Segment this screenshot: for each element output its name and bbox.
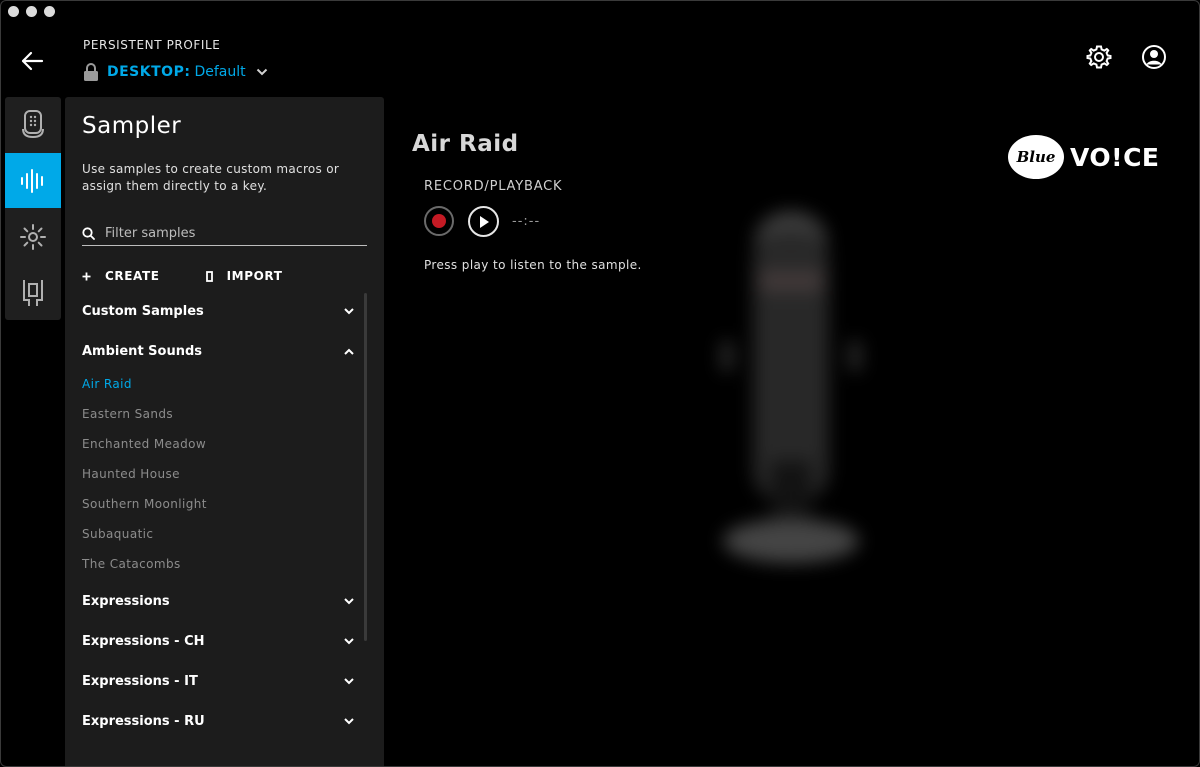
rail-item-sampler[interactable] [5,153,61,208]
brightness-icon [20,223,46,250]
window-maximize-button[interactable] [44,6,55,17]
waveform-icon [21,168,43,193]
sampler-actions: CREATE IMPORT [82,269,282,283]
lock-icon [84,63,98,81]
sampler-panel: Sampler Use samples to create custom mac… [65,97,384,766]
category-label: Custom Samples [82,303,204,319]
import-icon [205,270,213,282]
filter-samples-input[interactable] [105,225,355,241]
profile-label: PERSISTENT PROFILE [83,38,221,52]
connector-icon [23,279,43,306]
record-button[interactable] [424,206,454,236]
gear-icon [1086,45,1112,69]
chevron-down-icon [256,68,267,76]
plus-icon [82,272,91,280]
microphone-icon [22,109,44,138]
blue-logo-mark: Blue [1008,135,1064,179]
rail-item-lighting[interactable] [5,209,61,264]
category-ambient-sounds[interactable]: Ambient Sounds [82,337,354,365]
create-button[interactable]: CREATE [82,269,160,283]
arrow-left-icon [21,51,44,71]
category-custom-samples[interactable]: Custom Samples [82,297,354,325]
chevron-down-icon [344,717,354,724]
blue-voice-logo: Blue VO!CE [1008,135,1160,179]
sample-title: Air Raid [412,131,519,157]
category-expressions-ru[interactable]: Expressions - RU [82,707,354,735]
create-label: CREATE [105,269,160,283]
profile-dropdown[interactable]: DESKTOP: Default [83,61,268,83]
category-label: Expressions - RU [82,713,205,729]
profile-device: DESKTOP: [107,64,191,80]
sample-item-haunted-house[interactable]: Haunted House [82,467,180,481]
sample-item-air-raid[interactable]: Air Raid [82,377,132,391]
window-minimize-button[interactable] [26,6,37,17]
rail-item-assignments[interactable] [5,265,61,320]
nav-rail [5,97,61,320]
sample-item-eastern-sands[interactable]: Eastern Sands [82,407,173,421]
import-button[interactable]: IMPORT [205,269,283,283]
chevron-down-icon [344,307,354,314]
voice-logo-word: VO!CE [1070,142,1160,172]
window-controls [8,6,55,17]
chevron-up-icon [344,348,354,355]
category-label: Ambient Sounds [82,343,203,359]
playback-time: --:-- [512,214,541,229]
category-expressions[interactable]: Expressions [82,587,354,615]
filter-box [82,221,367,246]
record-playback-label: RECORD/PLAYBACK [424,179,563,194]
chevron-down-icon [344,597,354,604]
chevron-down-icon [344,677,354,684]
category-label: Expressions - IT [82,673,198,689]
panel-title: Sampler [82,113,182,139]
rail-item-microphone[interactable] [5,97,61,152]
category-label: Expressions - CH [82,633,205,649]
category-expressions-ch[interactable]: Expressions - CH [82,627,354,655]
sample-item-enchanted-meadow[interactable]: Enchanted Meadow [82,437,206,451]
play-button[interactable] [468,206,499,237]
user-icon [1142,45,1166,69]
microphone-background-image [721,211,861,563]
record-icon [432,214,446,228]
chevron-down-icon [344,637,354,644]
play-icon [479,215,489,228]
category-label: Expressions [82,593,170,609]
import-label: IMPORT [226,269,283,283]
sample-item-the-catacombs[interactable]: The Catacombs [82,557,181,571]
list-scrollbar[interactable] [364,293,367,641]
category-expressions-it[interactable]: Expressions - IT [82,667,354,695]
panel-description: Use samples to create custom macros or a… [82,162,340,193]
playback-hint: Press play to listen to the sample. [424,258,642,272]
search-icon [82,226,95,240]
sample-item-subaquatic[interactable]: Subaquatic [82,527,153,541]
window-close-button[interactable] [8,6,19,17]
settings-button[interactable] [1086,44,1112,70]
app-window: PERSISTENT PROFILE DESKTOP: Default Samp… [0,0,1200,767]
sample-item-southern-moonlight[interactable]: Southern Moonlight [82,497,207,511]
profile-name: Default [194,64,246,80]
account-button[interactable] [1141,44,1167,70]
back-button[interactable] [20,50,44,72]
